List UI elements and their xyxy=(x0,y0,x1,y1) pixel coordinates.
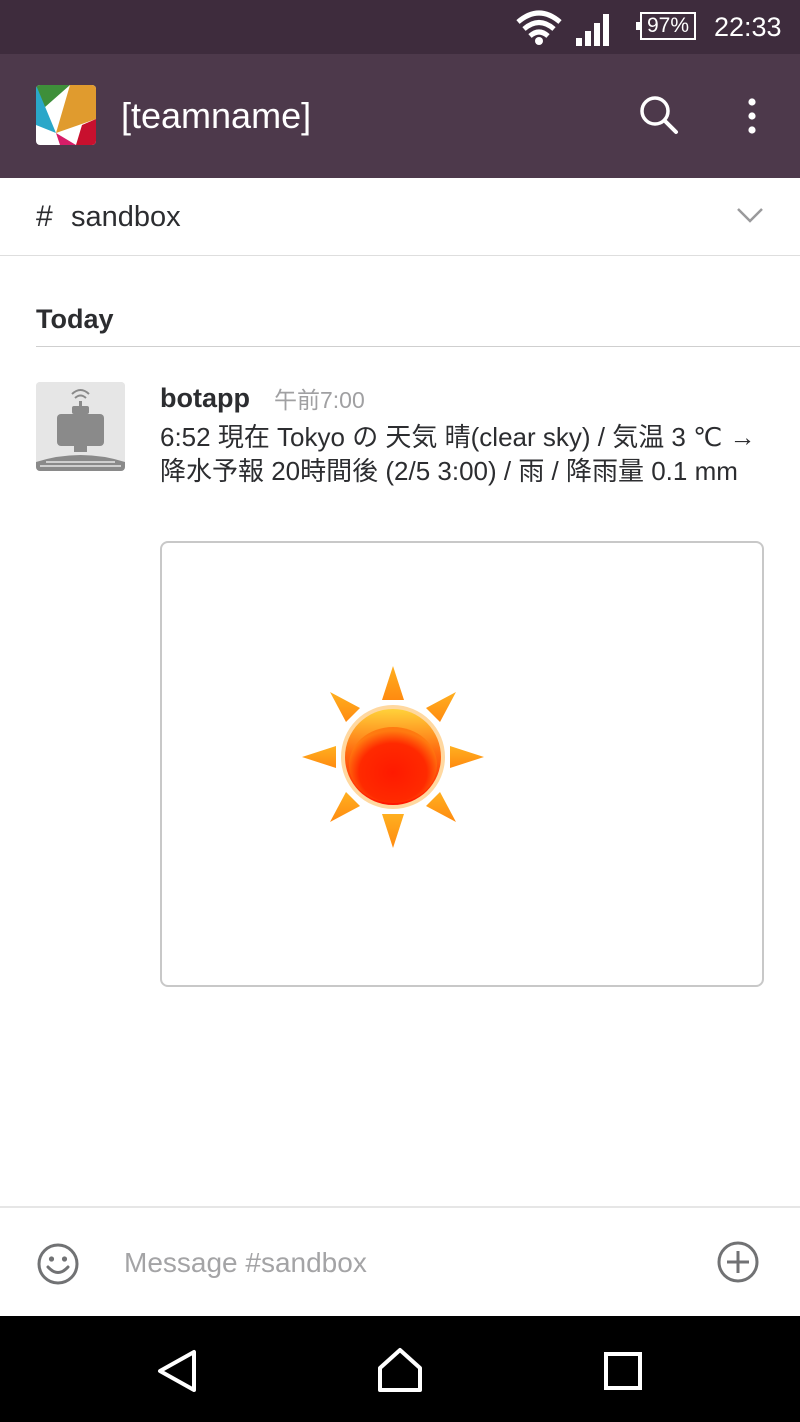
team-name[interactable]: [teamname] xyxy=(121,96,311,136)
day-divider: Today xyxy=(36,302,800,347)
message-text: 6:52 現在 Tokyo の 天気 晴(clear sky) / 気温 3 ℃… xyxy=(160,422,756,486)
recents-icon[interactable] xyxy=(604,1352,642,1390)
wifi-icon xyxy=(516,10,562,45)
sun-weather-icon xyxy=(302,666,484,848)
message-author[interactable]: botapp xyxy=(160,382,250,414)
search-icon[interactable] xyxy=(636,92,682,138)
message-input[interactable] xyxy=(112,1238,696,1288)
app-bar: [teamname] xyxy=(0,54,800,178)
system-nav-bar xyxy=(0,1316,800,1422)
home-icon[interactable] xyxy=(376,1346,424,1394)
battery-icon: 97% xyxy=(636,12,696,40)
chevron-down-icon[interactable] xyxy=(736,206,764,224)
channel-header[interactable]: # sandbox xyxy=(0,178,800,256)
message-timestamp: 午前7:00 xyxy=(274,387,365,413)
bot-avatar-icon xyxy=(36,382,125,471)
channel-hash: # xyxy=(36,200,53,233)
clock: 22:33 xyxy=(714,12,782,42)
battery-level: 97% xyxy=(646,14,690,37)
team-logo-icon xyxy=(36,85,96,145)
back-icon[interactable] xyxy=(154,1348,200,1394)
overflow-menu-icon[interactable] xyxy=(740,94,764,140)
emoji-icon[interactable] xyxy=(36,1242,80,1286)
screen: 97% 22:33 [teamname] # sandbox Today bot… xyxy=(0,0,800,1422)
team-logo[interactable] xyxy=(36,85,96,145)
day-label: Today xyxy=(36,304,114,334)
cell-signal-icon xyxy=(576,14,609,46)
avatar[interactable] xyxy=(36,382,125,471)
add-attachment-icon[interactable] xyxy=(716,1240,760,1284)
compose-bar xyxy=(0,1206,800,1318)
status-bar: 97% 22:33 xyxy=(0,0,800,54)
channel-name: sandbox xyxy=(71,201,181,233)
